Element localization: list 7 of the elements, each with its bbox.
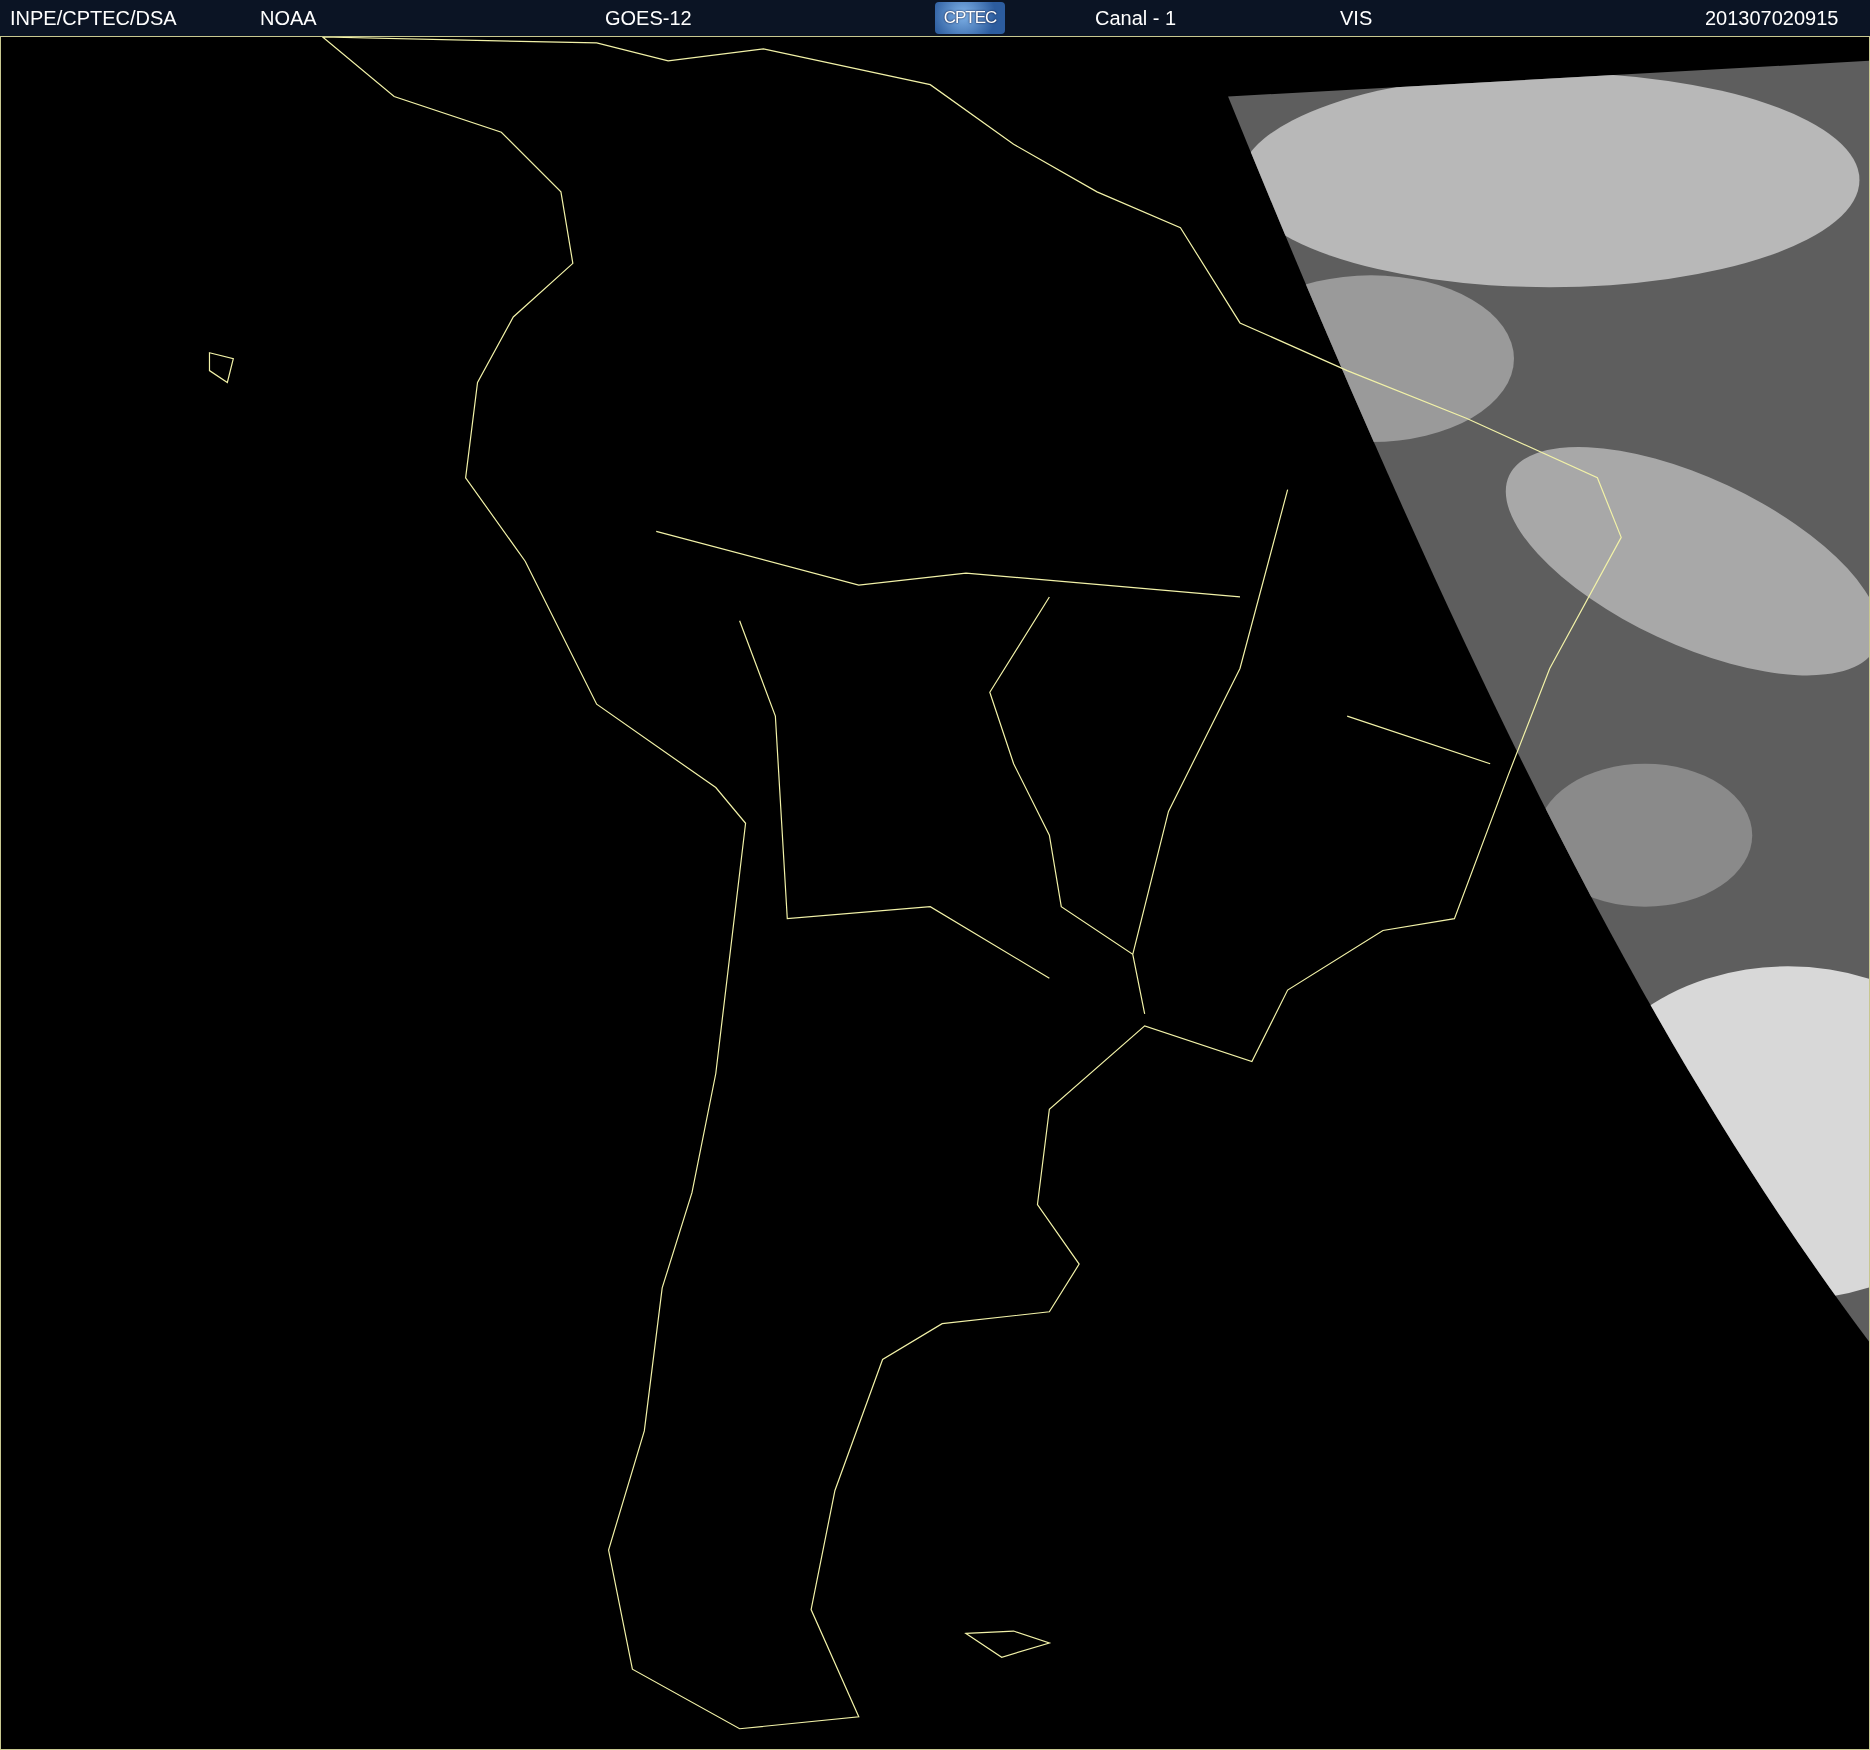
header-label: Canal - 1	[1095, 6, 1177, 30]
header-label: 201307020915	[1705, 6, 1839, 30]
cptec-logo: CPTEC	[935, 2, 1005, 34]
header-label: INPE/CPTEC/DSA	[10, 6, 177, 30]
header-label: VIS	[1340, 6, 1373, 30]
header-label: GOES-12	[605, 6, 692, 30]
header-label: NOAA	[260, 6, 317, 30]
